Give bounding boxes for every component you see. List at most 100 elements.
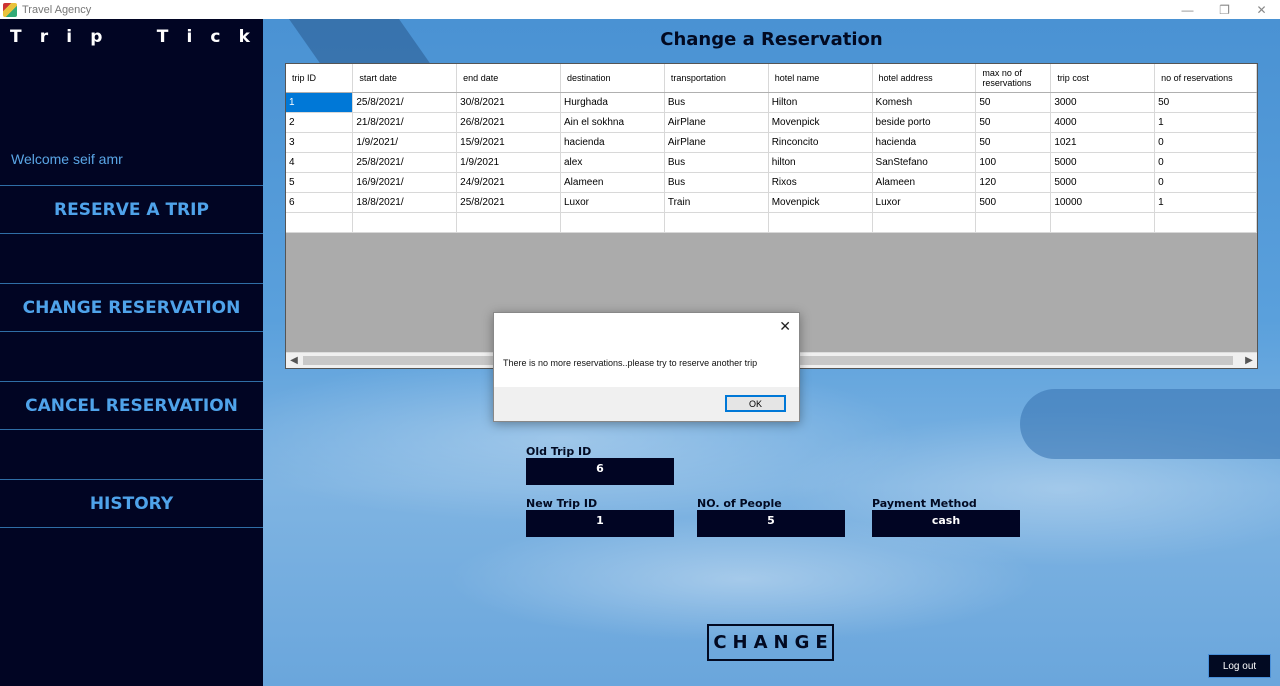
- column-header[interactable]: trip ID: [286, 64, 354, 93]
- table-cell[interactable]: Bus: [664, 152, 769, 173]
- table-cell[interactable]: 16/9/2021/: [352, 172, 458, 193]
- table-cell[interactable]: beside porto: [872, 112, 977, 133]
- table-cell[interactable]: 50: [975, 92, 1052, 113]
- table-cell[interactable]: Alameen: [560, 172, 665, 193]
- table-cell[interactable]: 5000: [1050, 152, 1156, 173]
- table-cell[interactable]: 1/9/2021: [456, 152, 561, 173]
- table-cell[interactable]: [560, 212, 665, 233]
- column-header[interactable]: no of reservations: [1154, 64, 1257, 93]
- table-cell[interactable]: 5000: [1050, 172, 1156, 193]
- table-cell[interactable]: 100: [975, 152, 1052, 173]
- table-cell[interactable]: Movenpick: [768, 192, 873, 213]
- table-cell[interactable]: 50: [1154, 92, 1257, 113]
- nav-history[interactable]: HISTORY: [0, 479, 263, 528]
- table-cell[interactable]: 2: [286, 112, 354, 133]
- close-icon[interactable]: ✕: [779, 318, 791, 335]
- scroll-right-icon[interactable]: ▶: [1241, 353, 1257, 368]
- nav-reserve-trip[interactable]: RESERVE A TRIP: [0, 185, 263, 234]
- nav-cancel-reservation[interactable]: CANCEL RESERVATION: [0, 381, 263, 430]
- old-trip-field[interactable]: 6: [526, 458, 674, 485]
- minimize-button[interactable]: —: [1169, 0, 1206, 19]
- table-cell[interactable]: Luxor: [560, 192, 665, 213]
- table-cell[interactable]: 25/8/2021/: [352, 92, 458, 113]
- table-row[interactable]: 2 21/8/2021/26/8/2021 Ain el sokhna AirPlan…: [286, 112, 1257, 133]
- table-cell[interactable]: 25/8/2021: [456, 192, 561, 213]
- table-cell[interactable]: Ain el sokhna: [560, 112, 665, 133]
- table-cell[interactable]: 1: [1154, 192, 1257, 213]
- table-cell[interactable]: 15/9/2021: [456, 132, 561, 153]
- column-header[interactable]: end date: [456, 64, 561, 93]
- change-button[interactable]: CHANGE: [707, 624, 834, 661]
- table-cell[interactable]: 1021: [1050, 132, 1156, 153]
- table-cell[interactable]: 500: [975, 192, 1052, 213]
- table-cell[interactable]: 0: [1154, 152, 1257, 173]
- table-cell[interactable]: [286, 212, 354, 233]
- table-cell[interactable]: 3000: [1050, 92, 1156, 113]
- table-cell[interactable]: 5: [286, 172, 354, 193]
- payment-field[interactable]: cash: [872, 510, 1020, 537]
- table-cell[interactable]: 30/8/2021: [456, 92, 561, 113]
- table-cell[interactable]: 4: [286, 152, 354, 173]
- table-cell[interactable]: [1050, 212, 1156, 233]
- table-cell[interactable]: hacienda: [560, 132, 665, 153]
- table-cell[interactable]: Hilton: [768, 92, 873, 113]
- table-cell[interactable]: Bus: [664, 172, 769, 193]
- column-header[interactable]: hotel name: [768, 64, 873, 93]
- table-cell[interactable]: Komesh: [872, 92, 977, 113]
- table-cell[interactable]: Rinconcito: [768, 132, 873, 153]
- table-cell[interactable]: 25/8/2021/: [352, 152, 458, 173]
- table-cell[interactable]: Movenpick: [768, 112, 873, 133]
- table-cell[interactable]: 1: [286, 92, 354, 113]
- table-cell[interactable]: 26/8/2021: [456, 112, 561, 133]
- new-trip-field[interactable]: 1: [526, 510, 674, 537]
- table-cell[interactable]: Luxor: [872, 192, 977, 213]
- column-header[interactable]: transportation: [664, 64, 769, 93]
- table-cell[interactable]: [975, 212, 1052, 233]
- table-cell[interactable]: Bus: [664, 92, 769, 113]
- table-cell[interactable]: 18/8/2021/: [352, 192, 458, 213]
- ok-button[interactable]: OK: [725, 395, 786, 412]
- table-row[interactable]: 5 16/9/2021/24/9/2021 Alameen Bus Rixos Alame…: [286, 172, 1257, 193]
- table-cell[interactable]: 1/9/2021/: [352, 132, 458, 153]
- table-cell[interactable]: 50: [975, 132, 1052, 153]
- table-row[interactable]: 4 25/8/2021/1/9/2021 alex Bus hilton SanStefa…: [286, 152, 1257, 173]
- table-cell[interactable]: 21/8/2021/: [352, 112, 458, 133]
- table-cell[interactable]: [664, 212, 769, 233]
- close-window-button[interactable]: ✕: [1243, 0, 1280, 19]
- table-cell[interactable]: hilton: [768, 152, 873, 173]
- table-cell[interactable]: 120: [975, 172, 1052, 193]
- column-header[interactable]: destination: [560, 64, 665, 93]
- table-cell[interactable]: Rixos: [768, 172, 873, 193]
- nav-change-reservation[interactable]: CHANGE RESERVATION: [0, 283, 263, 332]
- people-field[interactable]: 5: [697, 510, 845, 537]
- column-header[interactable]: start date: [352, 64, 458, 93]
- table-cell[interactable]: AirPlane: [664, 132, 769, 153]
- column-header[interactable]: hotel address: [872, 64, 977, 93]
- table-cell[interactable]: 0: [1154, 172, 1257, 193]
- table-row[interactable]: 6 18/8/2021/25/8/2021 Luxor Train Movenpick L…: [286, 192, 1257, 213]
- table-cell[interactable]: hacienda: [872, 132, 977, 153]
- table-cell[interactable]: SanStefano: [872, 152, 977, 173]
- table-cell[interactable]: Hurghada: [560, 92, 665, 113]
- table-cell[interactable]: [768, 212, 873, 233]
- restore-button[interactable]: ❐: [1206, 0, 1243, 19]
- table-cell[interactable]: Alameen: [872, 172, 977, 193]
- table-cell[interactable]: 1: [1154, 112, 1257, 133]
- table-cell[interactable]: 10000: [1050, 192, 1156, 213]
- table-cell[interactable]: 6: [286, 192, 354, 213]
- table-row[interactable]: 1 25/8/2021/30/8/2021 Hurghada Bus Hilton Kom…: [286, 92, 1257, 113]
- table-cell[interactable]: Train: [664, 192, 769, 213]
- table-row[interactable]: 3 1/9/2021/15/9/2021 hacienda AirPlane Rinco…: [286, 132, 1257, 153]
- table-cell[interactable]: AirPlane: [664, 112, 769, 133]
- table-cell[interactable]: [456, 212, 561, 233]
- table-cell[interactable]: [352, 212, 458, 233]
- new-row[interactable]: [286, 212, 1257, 233]
- table-cell[interactable]: [1154, 212, 1257, 233]
- table-cell[interactable]: 50: [975, 112, 1052, 133]
- table-cell[interactable]: 4000: [1050, 112, 1156, 133]
- table-cell[interactable]: 3: [286, 132, 354, 153]
- table-cell[interactable]: [872, 212, 977, 233]
- column-header[interactable]: trip cost: [1050, 64, 1156, 93]
- scroll-left-icon[interactable]: ◀: [286, 353, 302, 368]
- column-header[interactable]: max no of reservations: [975, 64, 1052, 93]
